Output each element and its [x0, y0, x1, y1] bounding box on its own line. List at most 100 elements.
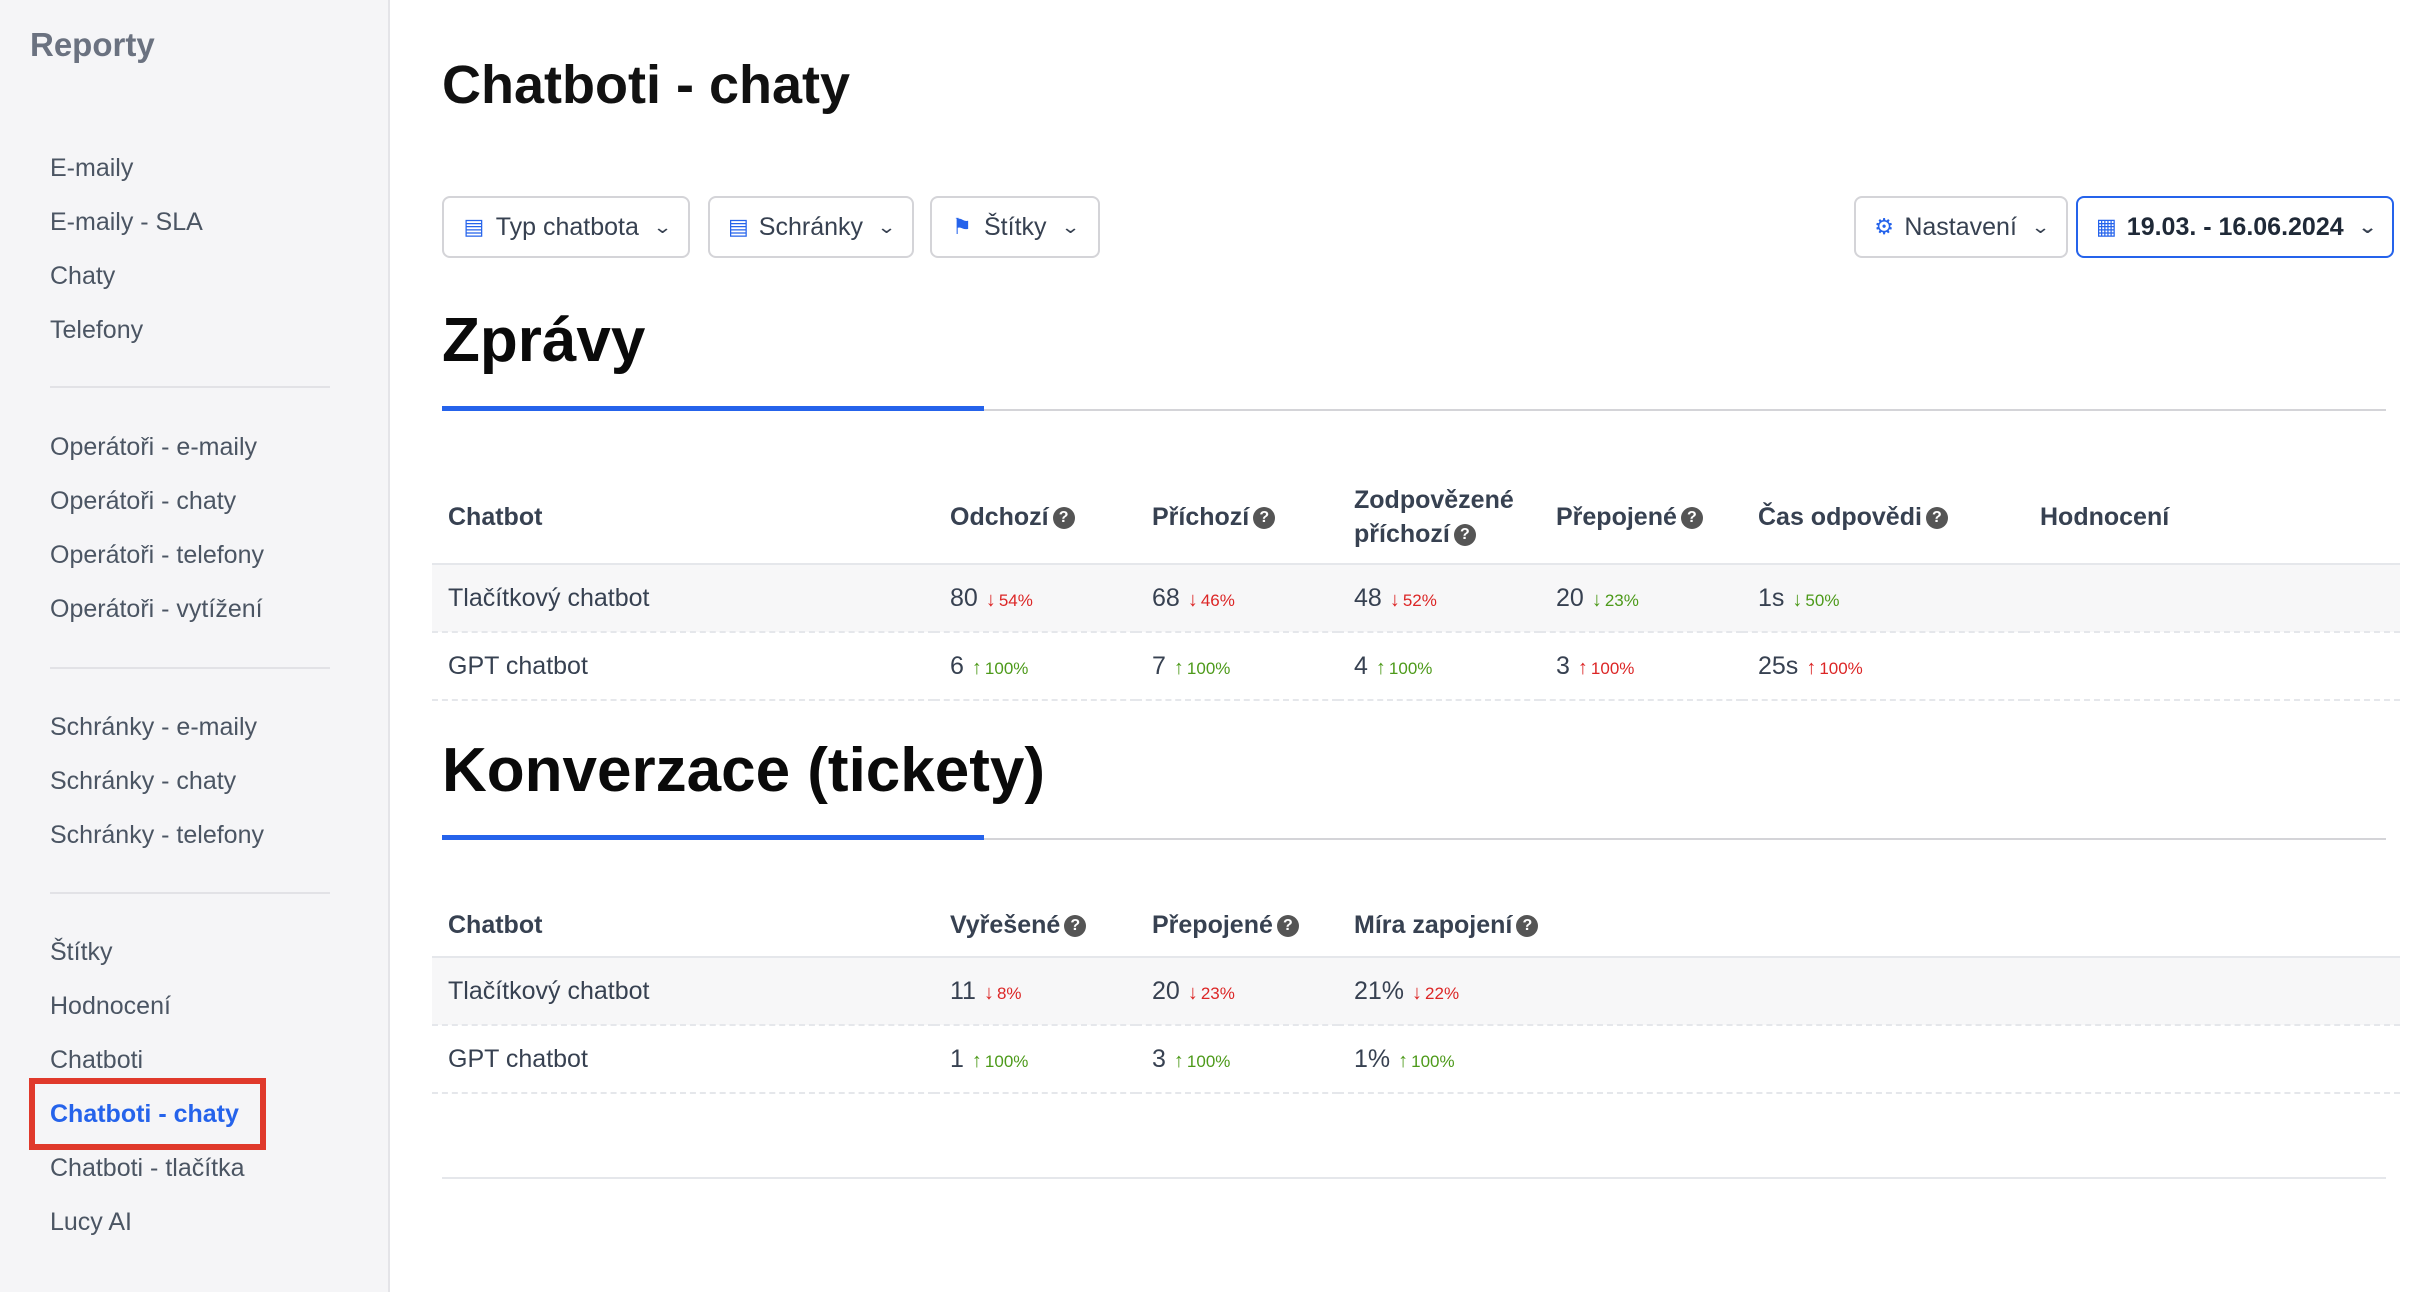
metric-delta-value: 100% [1186, 1051, 1231, 1071]
nav-group-mailboxes: Schránky - e-maily Schránky - chaty Schr… [50, 700, 330, 862]
sidebar-item-mailboxes-phones[interactable]: Schránky - telefony [50, 808, 330, 862]
metric-delta-value: 100% [1388, 658, 1433, 678]
column-header: Příchozí? [1136, 470, 1338, 564]
sidebar-divider [50, 892, 330, 894]
column-header: Přepojené? [1136, 893, 1338, 957]
help-icon[interactable]: ? [1453, 523, 1476, 546]
metric-cell: 80 ↓ 54% [934, 564, 1136, 633]
tags-icon: ⚑ [952, 214, 972, 239]
table-header-row: Chatbot Odchozí? Příchozí? Zodpovězené p… [432, 470, 2400, 564]
help-icon[interactable]: ? [1516, 914, 1539, 937]
tags-filter-label: Štítky [984, 212, 1047, 241]
arrow-up-icon: ↑ [1398, 1049, 1409, 1072]
metric-value: 68 [1152, 583, 1180, 612]
sidebar-item-operators-chats[interactable]: Operátoři - chaty [50, 474, 330, 528]
chatbot-type-filter[interactable]: ▤ Typ chatbota ⌄ [442, 196, 690, 258]
metric-value: 3 [1152, 1044, 1166, 1073]
sidebar-item-chats[interactable]: Chaty [50, 249, 330, 303]
sidebar-divider [50, 667, 330, 669]
arrow-up-icon: ↑ [971, 656, 982, 679]
arrow-down-icon: ↓ [1389, 588, 1400, 611]
metric-cell: 11 ↓ 8% [934, 957, 1136, 1026]
help-icon[interactable]: ? [1276, 914, 1299, 937]
metric-value: 21% [1354, 976, 1405, 1005]
chatbot-name-cell: Tlačítkový chatbot [432, 957, 934, 1026]
messages-table: Chatbot Odchozí? Příchozí? Zodpovězené p… [432, 470, 2400, 701]
metric-delta: ↑ 100% [1174, 1050, 1231, 1072]
sidebar-item-mailboxes-emails[interactable]: Schránky - e-maily [50, 700, 330, 754]
help-icon[interactable]: ? [1925, 506, 1948, 529]
metric-cell: 1% ↑ 100% [1338, 1025, 2400, 1094]
inbox-icon: ▤ [728, 214, 749, 239]
metric-delta: ↑ 100% [1174, 657, 1230, 679]
settings-button[interactable]: ⚙ Nastavení ⌄ [1854, 196, 2068, 258]
tags-filter[interactable]: ⚑ Štítky ⌄ [930, 196, 1100, 258]
nav-group-communication: E-maily E-maily - SLA Chaty Telefony [50, 141, 330, 357]
arrow-down-icon: ↓ [1412, 981, 1423, 1004]
metric-value: 20 [1152, 976, 1180, 1005]
column-header: Odchozí? [934, 470, 1136, 564]
date-range-picker[interactable]: ▦ 19.03. - 16.06.2024 ⌄ [2076, 196, 2394, 258]
metric-delta: ↑ 100% [1376, 657, 1433, 679]
metric-delta: ↑ 100% [972, 1050, 1028, 1072]
metric-delta: ↓ 23% [1188, 982, 1235, 1004]
help-icon[interactable]: ? [1253, 506, 1276, 529]
column-header-label: Přepojené [1556, 502, 1677, 531]
sidebar-item-operators-phones[interactable]: Operátoři - telefony [50, 528, 330, 582]
column-header-label: Chatbot [448, 910, 543, 939]
metric-delta: ↑ 100% [971, 656, 1028, 679]
sidebar-item-operators-load[interactable]: Operátoři - vytížení [50, 582, 330, 636]
column-header-label: Čas odpovědi [1758, 502, 1922, 531]
metric-cell: 68 ↓ 46% [1136, 564, 1338, 633]
arrow-down-icon: ↓ [983, 981, 994, 1004]
metric-delta-value: 22% [1425, 983, 1460, 1003]
section-accent [442, 406, 984, 411]
metric-cell: 1s ↓ 50% [1742, 564, 2024, 633]
sidebar-item-tags[interactable]: Štítky [50, 925, 330, 979]
metric-value: 1s [1758, 583, 1785, 612]
date-range-label: 19.03. - 16.06.2024 [2126, 212, 2344, 241]
column-header-label: Vyřešené [950, 910, 1061, 939]
page-title: Chatboti - chaty [442, 55, 851, 115]
sidebar-item-ratings[interactable]: Hodnocení [50, 979, 330, 1033]
column-header: Míra zapojení? [1338, 893, 2400, 957]
column-header-label: Odchozí [950, 502, 1049, 531]
settings-button-label: Nastavení [1904, 212, 2017, 241]
help-icon[interactable]: ? [1064, 914, 1087, 937]
active-item-highlight [29, 1078, 266, 1150]
sidebar-item-operators-emails[interactable]: Operátoři - e-maily [50, 420, 330, 474]
metric-delta: ↓ 54% [986, 589, 1033, 611]
metric-delta: ↓ 50% [1792, 589, 1840, 611]
metric-value: 1% [1354, 1044, 1391, 1073]
mailboxes-filter-label: Schránky [758, 212, 864, 241]
sidebar-item-lucy-ai[interactable]: Lucy AI [50, 1195, 330, 1249]
sidebar-item-phones[interactable]: Telefony [50, 303, 330, 357]
metric-delta-value: 52% [1402, 590, 1437, 610]
metric-cell: 4 ↑ 100% [1338, 632, 1540, 701]
calendar-icon: ▦ [2096, 214, 2117, 239]
metric-cell: 20 ↓ 23% [1136, 957, 1338, 1026]
column-header: Čas odpovědi? [1742, 470, 2024, 564]
help-icon[interactable]: ? [1680, 506, 1703, 529]
conversions-table-body: Tlačítkový chatbot 11 ↓ 8% 20 ↓ 23% 21% ↓ 22% GPT … [432, 957, 2400, 1094]
sidebar-item-emails-sla[interactable]: E-maily - SLA [50, 195, 330, 249]
column-header-label: Míra zapojení [1354, 910, 1513, 939]
arrow-down-icon: ↓ [1187, 588, 1198, 611]
arrow-down-icon: ↓ [1591, 588, 1602, 611]
chevron-down-icon: ⌄ [876, 216, 897, 237]
sidebar: Reporty E-maily E-maily - SLA Chaty Tele… [0, 0, 390, 1292]
sidebar-item-mailboxes-chats[interactable]: Schránky - chaty [50, 754, 330, 808]
metric-delta: ↓ 46% [1187, 588, 1235, 611]
chatbot-name-cell: GPT chatbot [432, 1025, 934, 1094]
metric-cell: 1 ↑ 100% [934, 1025, 1136, 1094]
metric-delta: ↑ 100% [1398, 1049, 1454, 1072]
metric-delta: ↑ 100% [1806, 657, 1862, 679]
sidebar-item-emails[interactable]: E-maily [50, 141, 330, 195]
metric-delta-value: 50% [1805, 590, 1840, 610]
metric-cell: 3 ↑ 100% [1540, 632, 1742, 701]
chatbot-name-cell: Tlačítkový chatbot [432, 564, 934, 633]
mailboxes-filter[interactable]: ▤ Schránky ⌄ [708, 196, 914, 258]
help-icon[interactable]: ? [1052, 506, 1075, 529]
column-header-label: Hodnocení [2040, 502, 2170, 531]
metric-delta-value: 100% [1590, 658, 1635, 678]
